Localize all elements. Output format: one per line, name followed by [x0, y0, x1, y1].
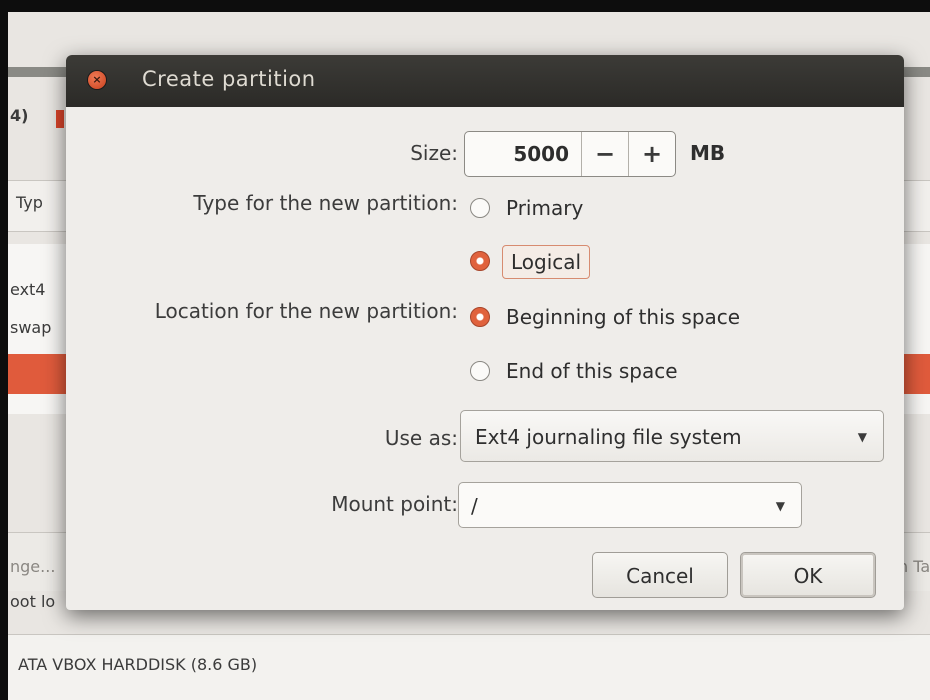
use-as-combobox[interactable]: Ext4 journaling file system ▼: [460, 410, 884, 462]
size-unit-label: MB: [690, 141, 726, 165]
close-icon[interactable]: ×: [88, 71, 106, 89]
mount-point-label: Mount point:: [331, 492, 458, 516]
background-bootloader-device: ATA VBOX HARDDISK (8.6 GB): [18, 655, 258, 674]
radio-end-label[interactable]: End of this space: [506, 355, 678, 387]
radio-beginning-label[interactable]: Beginning of this space: [506, 301, 740, 333]
use-as-label: Use as:: [384, 426, 458, 450]
mount-point-combobox[interactable]: / ▼: [458, 482, 802, 528]
size-spinbox[interactable]: 5000 − +: [464, 131, 676, 177]
radio-primary-label[interactable]: Primary: [506, 192, 583, 224]
ok-button[interactable]: OK: [740, 552, 876, 598]
radio-primary[interactable]: [470, 198, 490, 218]
location-label: Location for the new partition:: [154, 299, 458, 323]
cancel-button[interactable]: Cancel: [592, 552, 728, 598]
create-partition-dialog: × Create partition Size: 5000 − + MB Typ…: [66, 55, 904, 610]
background-change-button[interactable]: nge...: [10, 557, 55, 576]
radio-logical-label[interactable]: Logical: [502, 245, 591, 279]
background-partition-color-marker: [56, 110, 64, 128]
background-row-swap[interactable]: swap: [10, 318, 51, 337]
size-label: Size:: [410, 141, 458, 165]
chevron-down-icon: ▼: [857, 430, 867, 444]
size-input[interactable]: 5000: [465, 132, 581, 176]
chevron-down-icon[interactable]: ▼: [776, 483, 785, 529]
background-type-column-header: Typ: [16, 193, 43, 212]
radio-end[interactable]: [470, 361, 490, 381]
use-as-value: Ext4 journaling file system: [475, 425, 742, 449]
radio-beginning[interactable]: [470, 307, 490, 327]
background-partition-label: 4): [10, 106, 29, 125]
background-row-ext4[interactable]: ext4: [10, 280, 45, 299]
background-bootloader-label: oot lo: [10, 592, 56, 611]
size-increment-button[interactable]: +: [628, 132, 675, 176]
background-bootloader-device-combo[interactable]: ATA VBOX HARDDISK (8.6 GB): [8, 634, 930, 700]
radio-logical[interactable]: [470, 251, 490, 271]
dialog-title: Create partition: [142, 67, 316, 91]
mount-point-input[interactable]: /: [471, 483, 478, 529]
dialog-titlebar[interactable]: × Create partition: [66, 55, 904, 107]
type-label: Type for the new partition:: [193, 191, 458, 215]
size-decrement-button[interactable]: −: [581, 132, 628, 176]
